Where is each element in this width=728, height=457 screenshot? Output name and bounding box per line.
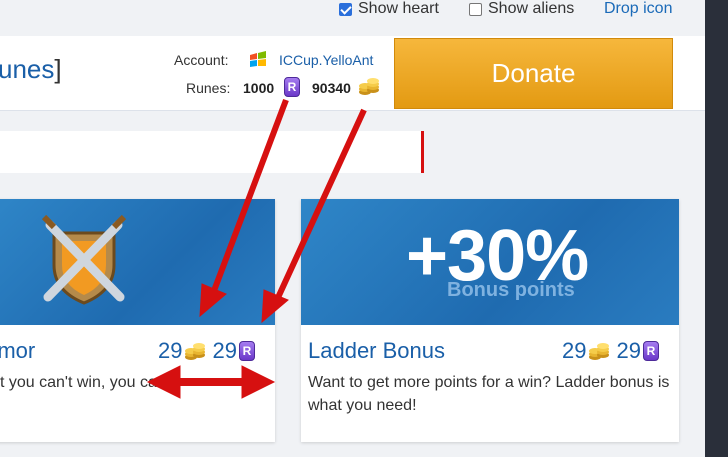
item-title: rmor bbox=[0, 338, 36, 363]
gold-price: 29 bbox=[158, 338, 183, 363]
checkbox-checked-icon bbox=[339, 2, 352, 16]
item-title: Ladder Bonus bbox=[308, 338, 445, 363]
rune-icon: R bbox=[284, 77, 300, 97]
runes-label: Runes: bbox=[186, 80, 231, 96]
rune-icon: R bbox=[238, 341, 255, 361]
account-label: Account: bbox=[174, 52, 229, 68]
rune-icon: R bbox=[642, 341, 659, 361]
item-price: 29 29 R bbox=[562, 338, 659, 364]
gold-coins-icon bbox=[589, 343, 610, 360]
show-heart-label: Show heart bbox=[358, 0, 439, 17]
show-aliens-label: Show aliens bbox=[488, 0, 575, 17]
item-price: 29 29 R bbox=[158, 338, 255, 364]
shield-swords-icon bbox=[41, 214, 127, 305]
page-edge-background bbox=[705, 0, 728, 457]
drop-icon-link[interactable]: Drop icon bbox=[604, 0, 672, 18]
text-caret bbox=[421, 131, 424, 173]
gold-balance: 90340 bbox=[312, 80, 351, 96]
shop-item-card-ladder-bonus[interactable]: +30% Bonus points Ladder Bonus 29 29 R W… bbox=[301, 199, 679, 442]
donate-button[interactable]: Donate bbox=[394, 38, 673, 109]
page-title: unes] bbox=[0, 54, 62, 85]
item-banner: +30% Bonus points bbox=[301, 199, 679, 325]
item-description: Want to get more points for a win? Ladde… bbox=[308, 374, 670, 414]
windows-flag-icon bbox=[250, 51, 266, 67]
rune-price: 29 bbox=[212, 338, 237, 363]
gold-price: 29 bbox=[562, 338, 587, 363]
shop-item-card-armor[interactable]: rmor 29 29 R t you can't win, you ca bbox=[0, 199, 275, 442]
gold-coins-icon bbox=[359, 78, 379, 95]
item-description: t you can't win, you ca bbox=[0, 374, 157, 391]
search-input[interactable] bbox=[0, 131, 424, 173]
checkbox-unchecked-icon bbox=[469, 2, 482, 16]
rune-price: 29 bbox=[616, 338, 641, 363]
page-title-bracket: ] bbox=[54, 54, 62, 84]
gold-coins-icon bbox=[185, 343, 206, 360]
top-options-bar: Show heart Show aliens Drop icon bbox=[0, 0, 728, 36]
show-aliens-checkbox[interactable]: Show aliens bbox=[469, 0, 574, 18]
banner-bonus-caption: Bonus points bbox=[447, 279, 575, 301]
runes-balance: 1000 bbox=[243, 80, 275, 96]
account-name-link[interactable]: ICCup.YelloAnt bbox=[279, 52, 373, 68]
item-banner bbox=[0, 199, 275, 325]
page-title-text: unes bbox=[0, 54, 55, 84]
show-heart-checkbox[interactable]: Show heart bbox=[339, 0, 439, 18]
